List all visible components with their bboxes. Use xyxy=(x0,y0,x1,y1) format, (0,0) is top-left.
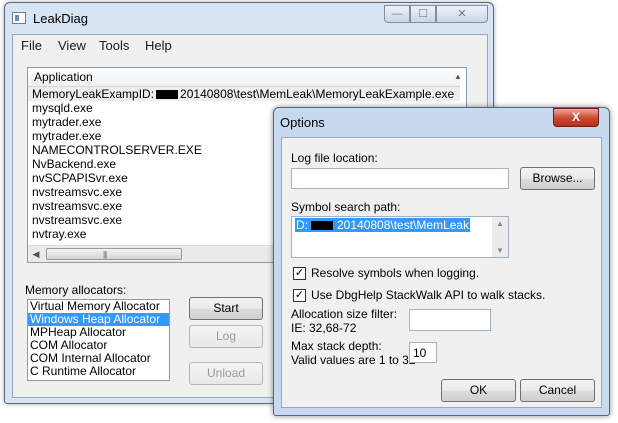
menu-bar: File View Tools Help xyxy=(13,35,487,57)
menu-tools[interactable]: Tools xyxy=(99,38,129,53)
resolve-symbols-label: Resolve symbols when logging. xyxy=(311,266,480,280)
log-button[interactable]: Log xyxy=(189,325,263,348)
scroll-up-icon[interactable]: ▲ xyxy=(492,219,508,228)
minimize-button[interactable]: — xyxy=(384,5,410,23)
allocation-size-filter-input[interactable] xyxy=(409,309,491,331)
title-bar[interactable]: LeakDiag — ☐ ✕ xyxy=(5,3,493,33)
symbol-search-path-value: D: 20140808\test\MemLeak xyxy=(295,218,471,233)
ok-button[interactable]: OK xyxy=(441,379,516,402)
memory-allocators-label: Memory allocators: xyxy=(25,283,127,297)
scrollbar-thumb[interactable]: ||| xyxy=(46,248,182,260)
list-item-path: 20140808\test\MemLeak\MemoryLeakExample.… xyxy=(180,87,455,101)
menu-help[interactable]: Help xyxy=(145,38,172,53)
close-icon: X xyxy=(571,110,580,124)
dialog-close-button[interactable]: X xyxy=(553,108,599,127)
window-title: LeakDiag xyxy=(33,11,88,26)
stackwalk-checkbox[interactable]: ✓ xyxy=(293,289,306,302)
column-header-label: Application xyxy=(34,70,93,84)
grip-icon: ||| xyxy=(103,250,107,259)
redacted-path xyxy=(311,221,333,230)
scroll-up-icon[interactable]: ▲ xyxy=(452,69,464,84)
maximize-icon: ☐ xyxy=(418,8,428,20)
close-icon: ✕ xyxy=(457,8,467,20)
list-item[interactable]: MemoryLeakExampID: 20140808\test\MemLeak\… xyxy=(28,87,460,101)
menu-view[interactable]: View xyxy=(58,38,86,53)
stackwalk-label: Use DbgHelp StackWalk API to walk stacks… xyxy=(311,288,546,302)
allocation-size-filter-label: Allocation size filter: xyxy=(291,307,398,321)
scroll-down-icon[interactable]: ▼ xyxy=(492,246,508,255)
maximize-button[interactable]: ☐ xyxy=(410,5,436,23)
log-file-location-label: Log file location: xyxy=(291,151,378,165)
menu-file[interactable]: File xyxy=(21,38,42,53)
dialog-title: Options xyxy=(280,115,325,130)
max-stack-depth-input[interactable]: 10 xyxy=(409,342,437,363)
symbol-search-path-label: Symbol search path: xyxy=(291,200,401,214)
max-stack-depth-value: 10 xyxy=(413,346,427,360)
app-icon xyxy=(12,12,26,24)
max-stack-depth-hint: Valid values are 1 to 32 xyxy=(291,353,416,367)
list-item[interactable]: C Runtime Allocator xyxy=(28,365,169,378)
memory-allocators-list[interactable]: Virtual Memory Allocator Windows Heap Al… xyxy=(27,299,170,381)
textarea-scrollbar[interactable]: ▲ ▼ xyxy=(492,217,508,257)
scroll-left-icon[interactable]: ◀ xyxy=(28,246,44,262)
cancel-button[interactable]: Cancel xyxy=(520,379,595,402)
start-button[interactable]: Start xyxy=(189,297,263,320)
minimize-icon: — xyxy=(391,8,403,20)
options-dialog: Options X Log file location: Browse... S… xyxy=(273,107,610,416)
allocation-size-filter-hint: IE: 32,68-72 xyxy=(291,321,357,335)
close-button[interactable]: ✕ xyxy=(436,5,488,23)
checkmark-icon: ✓ xyxy=(294,289,305,301)
checkmark-icon: ✓ xyxy=(294,267,305,279)
symbol-path-drive: D: xyxy=(296,218,308,232)
log-file-location-input[interactable] xyxy=(291,168,509,189)
symbol-path-rest: 20140808\test\MemLeak xyxy=(337,218,470,232)
options-client-area: Log file location: Browse... Symbol sear… xyxy=(281,137,602,408)
symbol-search-path-input[interactable]: D: 20140808\test\MemLeak ▲ ▼ xyxy=(291,216,509,258)
browse-button[interactable]: Browse... xyxy=(520,167,595,190)
unload-button[interactable]: Unload xyxy=(189,362,263,385)
resolve-symbols-checkbox[interactable]: ✓ xyxy=(293,267,306,280)
column-header-application[interactable]: Application xyxy=(28,68,460,87)
list-item-label: MemoryLeakExampID: xyxy=(32,87,155,101)
max-stack-depth-label: Max stack depth: xyxy=(291,339,382,353)
redacted-id xyxy=(156,90,179,99)
